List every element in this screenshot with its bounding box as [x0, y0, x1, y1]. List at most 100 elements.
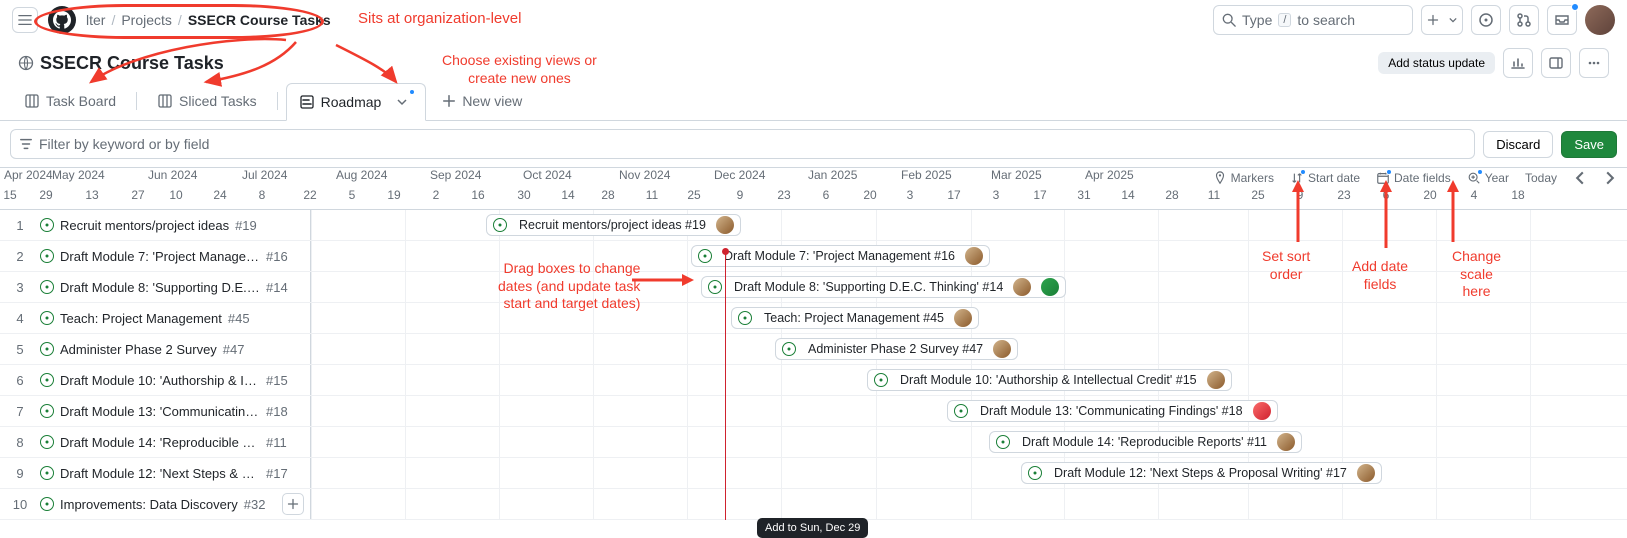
assignee-avatar[interactable]: [1357, 464, 1375, 482]
timeline-bar[interactable]: Administer Phase 2 Survey #47: [775, 338, 1018, 360]
assignee-avatar[interactable]: [965, 247, 983, 265]
month-label: Apr 2025: [1085, 168, 1134, 182]
table-row[interactable]: 10 Improvements: Data Discovery #32: [0, 489, 1627, 520]
table-row[interactable]: 7 Draft Module 13: 'Communicating Findin…: [0, 396, 1627, 427]
table-row[interactable]: 5 Administer Phase 2 Survey #47Administe…: [0, 334, 1627, 365]
day-label: 18: [1511, 188, 1524, 202]
timeline-bar[interactable]: Draft Module 12: 'Next Steps & Proposal …: [1021, 462, 1382, 484]
assignee-avatar[interactable]: [1013, 278, 1031, 296]
today-button[interactable]: Today: [1525, 171, 1557, 185]
row-issue-number: #18: [266, 404, 288, 419]
row-issue-number: #14: [266, 280, 288, 295]
row-number: 6: [0, 373, 40, 388]
table-row[interactable]: 3 Draft Module 8: 'Supporting D.E.C. Thi…: [0, 272, 1627, 303]
kebab-icon: [1586, 55, 1602, 71]
notifications-button[interactable]: [1547, 5, 1577, 35]
timeline-bar[interactable]: Draft Module 10: 'Authorship & Intellect…: [867, 369, 1232, 391]
global-search[interactable]: Type / to search: [1213, 5, 1413, 35]
timeline-bar[interactable]: Recruit mentors/project ideas #19: [486, 214, 741, 236]
add-status-button[interactable]: Add status update: [1378, 52, 1495, 74]
more-button[interactable]: [1579, 48, 1609, 78]
timeline-bar[interactable]: Draft Module 14: 'Reproducible Reports' …: [989, 431, 1302, 453]
zoom-control[interactable]: Year: [1467, 171, 1509, 185]
breadcrumb-current[interactable]: SSECR Course Tasks: [188, 12, 331, 28]
table-row[interactable]: 8 Draft Module 14: 'Reproducible Reports…: [0, 427, 1627, 458]
table-row[interactable]: 2 Draft Module 7: 'Project Management #1…: [0, 241, 1627, 272]
day-label: 28: [601, 188, 614, 202]
assignee-avatar[interactable]: [716, 216, 734, 234]
assignee-avatar[interactable]: [954, 309, 972, 327]
day-label: 17: [947, 188, 960, 202]
day-label: 2: [433, 188, 440, 202]
table-row[interactable]: 4 Teach: Project Management #45Teach: Pr…: [0, 303, 1627, 334]
timeline-bar[interactable]: Teach: Project Management #45: [731, 307, 979, 329]
search-post: to search: [1297, 12, 1355, 28]
row-title[interactable]: Improvements: Data Discovery: [60, 497, 238, 512]
sort-control[interactable]: Start date: [1290, 171, 1360, 185]
table-row[interactable]: 6 Draft Module 10: 'Authorship & Intelle…: [0, 365, 1627, 396]
roadmap-controls: Markers Start date Date fields Year Toda…: [1201, 168, 1617, 188]
row-title[interactable]: Draft Module 10: 'Authorship & Intellect…: [60, 373, 260, 388]
breadcrumb-projects[interactable]: Projects: [121, 12, 172, 28]
add-item-button[interactable]: [282, 493, 304, 515]
pull-requests-button[interactable]: [1509, 5, 1539, 35]
save-button[interactable]: Save: [1561, 131, 1617, 158]
month-label: Apr 2024: [4, 168, 53, 182]
github-icon: [53, 11, 71, 29]
new-view-button[interactable]: New view: [430, 82, 534, 120]
roadmap-view: Markers Start date Date fields Year Toda…: [0, 167, 1627, 520]
timeline-bar[interactable]: Draft Module 13: 'Communicating Findings…: [947, 400, 1278, 422]
table-row[interactable]: 1 Recruit mentors/project ideas #19Recru…: [0, 210, 1627, 241]
breadcrumb-org[interactable]: lter: [86, 12, 105, 28]
insights-button[interactable]: [1503, 48, 1533, 78]
panel-button[interactable]: [1541, 48, 1571, 78]
day-label: 13: [85, 188, 98, 202]
scroll-left[interactable]: [1573, 171, 1587, 185]
row-title[interactable]: Draft Module 7: 'Project Management: [60, 249, 260, 264]
tab-roadmap[interactable]: Roadmap: [286, 83, 427, 121]
user-avatar[interactable]: [1585, 5, 1615, 35]
assignee-avatar[interactable]: [1041, 278, 1059, 296]
date-fields-control[interactable]: Date fields: [1376, 171, 1451, 185]
row-issue-number: #17: [266, 466, 288, 481]
hamburger-menu[interactable]: [12, 7, 38, 33]
row-title[interactable]: Administer Phase 2 Survey: [60, 342, 217, 357]
tab-menu-button[interactable]: [391, 91, 413, 113]
issues-button[interactable]: [1471, 5, 1501, 35]
markers-control[interactable]: Markers: [1213, 171, 1274, 185]
assignee-avatar[interactable]: [1207, 371, 1225, 389]
row-title[interactable]: Teach: Project Management: [60, 311, 222, 326]
day-label: 4: [1471, 188, 1478, 202]
filter-input[interactable]: Filter by keyword or by field: [10, 129, 1475, 159]
changed-dot: [1300, 169, 1306, 175]
row-title[interactable]: Recruit mentors/project ideas: [60, 218, 229, 233]
tab-label: Sliced Tasks: [179, 93, 257, 109]
row-title[interactable]: Draft Module 12: 'Next Steps & Proposal.…: [60, 466, 260, 481]
timeline-bar[interactable]: Draft Module 8: 'Supporting D.E.C. Think…: [701, 276, 1066, 298]
issue-open-icon: [40, 404, 54, 418]
date-tooltip: Add to Sun, Dec 29: [757, 518, 868, 538]
row-title[interactable]: Draft Module 13: 'Communicating Findin..…: [60, 404, 260, 419]
table-row[interactable]: 9 Draft Module 12: 'Next Steps & Proposa…: [0, 458, 1627, 489]
project-title: SSECR Course Tasks: [18, 53, 224, 74]
assignee-avatar[interactable]: [1277, 433, 1295, 451]
assignee-avatar[interactable]: [1253, 402, 1271, 420]
day-label: 27: [131, 188, 144, 202]
month-label: Feb 2025: [901, 168, 952, 182]
row-title[interactable]: Draft Module 14: 'Reproducible Reports': [60, 435, 260, 450]
row-title[interactable]: Draft Module 8: 'Supporting D.E.C. Thin.…: [60, 280, 260, 295]
discard-button[interactable]: Discard: [1483, 131, 1553, 158]
create-new-button[interactable]: [1421, 5, 1463, 35]
assignee-avatar[interactable]: [993, 340, 1011, 358]
tab-task-board[interactable]: Task Board: [12, 82, 128, 120]
month-label: Dec 2024: [714, 168, 765, 182]
days-row: 1529132710248225192163014281125923620317…: [0, 188, 1627, 210]
timeline-bar[interactable]: Draft Module 7: 'Project Management #16: [691, 245, 990, 267]
tab-sliced[interactable]: Sliced Tasks: [145, 82, 269, 120]
month-label: Jul 2024: [242, 168, 287, 182]
tabs-row: Task Board Sliced Tasks Roadmap New view: [0, 82, 1627, 121]
top-header: lter / Projects / SSECR Course Tasks Typ…: [0, 0, 1627, 40]
scroll-right[interactable]: [1603, 171, 1617, 185]
bar-label: Teach: Project Management #45: [764, 311, 944, 325]
github-logo[interactable]: [48, 6, 76, 34]
